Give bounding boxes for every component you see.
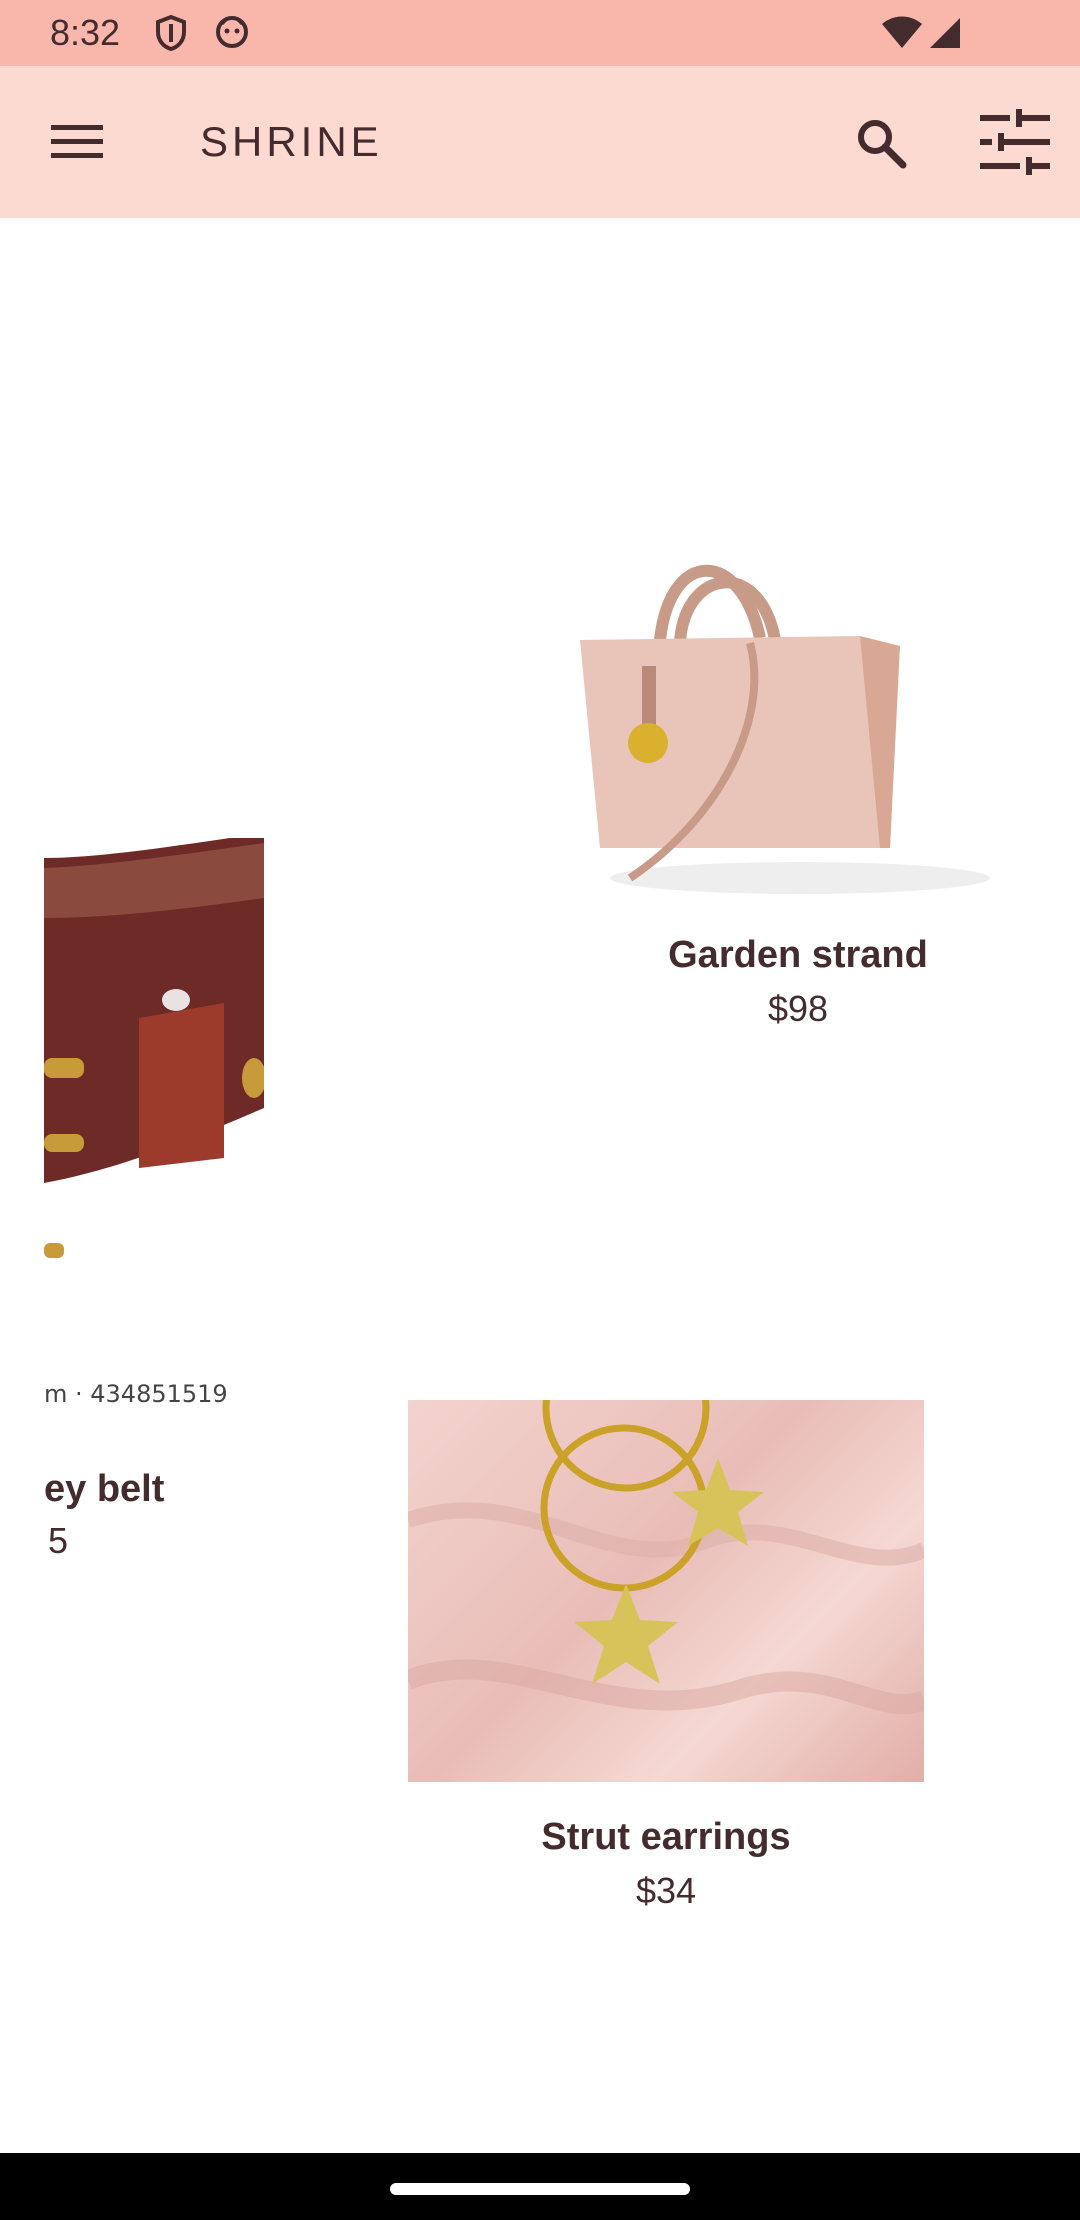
product-grid: m · 434851519 ey belt 5 Garden strand $9… bbox=[0, 218, 1080, 2153]
product-name: Strut earrings bbox=[541, 1816, 791, 1858]
menu-button[interactable] bbox=[40, 112, 114, 172]
product-card-belt[interactable]: m · 434851519 ey belt 5 bbox=[44, 838, 264, 1561]
product-card-strut-earrings[interactable]: Strut earrings $34 bbox=[408, 1400, 924, 1940]
product-name: Garden strand bbox=[668, 934, 928, 976]
search-button[interactable] bbox=[846, 108, 916, 178]
filter-button[interactable] bbox=[970, 104, 1060, 180]
search-icon bbox=[858, 120, 907, 169]
system-navigation-bar bbox=[0, 2153, 1080, 2220]
shield-icon bbox=[154, 14, 188, 57]
product-image-strut-earrings bbox=[408, 1400, 924, 1782]
product-price: 5 bbox=[48, 1520, 69, 1561]
product-price: $34 bbox=[635, 1870, 697, 1911]
product-price: $98 bbox=[767, 988, 829, 1029]
wifi-icon bbox=[880, 16, 924, 55]
product-image-garden-strand bbox=[560, 518, 1000, 898]
signal-icon bbox=[928, 16, 962, 55]
app-title: SHRINE bbox=[200, 118, 383, 165]
top-app-bar: SHRINE bbox=[0, 66, 1080, 218]
product-image-belt bbox=[44, 838, 264, 1298]
image-caption: m · 434851519 bbox=[44, 1380, 228, 1408]
status-time: 8:32 bbox=[50, 12, 121, 53]
tune-icon bbox=[980, 109, 1050, 175]
menu-icon bbox=[51, 125, 103, 158]
product-name: ey belt bbox=[44, 1468, 165, 1510]
product-card-garden-strand[interactable]: Garden strand $98 bbox=[560, 518, 1000, 1258]
status-bar: 8:32 bbox=[0, 0, 1080, 66]
home-gesture-handle[interactable] bbox=[390, 2183, 690, 2195]
face-icon bbox=[214, 14, 250, 55]
